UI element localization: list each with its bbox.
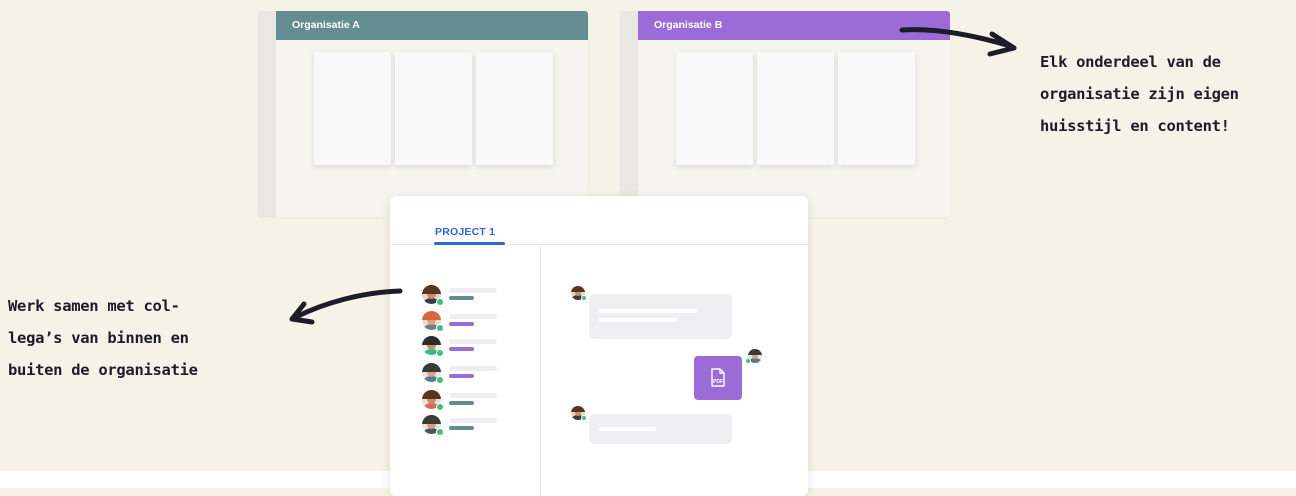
chat-message [589,294,732,339]
member-list-item[interactable] [422,390,512,411]
member-list-item[interactable] [422,415,512,436]
project-window: PROJECT 1 PDF [390,196,808,496]
content-card[interactable] [314,52,391,165]
content-card[interactable] [676,52,753,165]
member-name-placeholder [449,339,497,344]
online-status-dot [745,358,751,364]
organisation-b-cards [676,52,915,165]
member-name-placeholder [449,418,497,423]
annotation-collaboration: Werk samen met col- lega’s van binnen en… [8,290,198,386]
tab-project-1[interactable]: PROJECT 1 [435,226,495,238]
online-status-dot [436,298,444,306]
organisation-a-header: Organisatie A [276,11,588,40]
content-card[interactable] [757,52,834,165]
arrow-right-icon [899,27,1017,57]
member-role-placeholder [449,296,474,300]
annotation-branding: Elk onderdeel van de organisatie zijn ei… [1040,46,1239,142]
online-status-dot [436,403,444,411]
member-role-placeholder [449,426,474,430]
member-role-placeholder [449,322,474,326]
member-list-item[interactable] [422,363,512,384]
member-role-placeholder [449,401,474,405]
annotation-line: Werk samen met col- [8,297,180,315]
organisation-a-sidebar [258,11,276,217]
online-status-dot [436,376,444,384]
member-list-item[interactable] [422,336,512,357]
member-name-placeholder [449,366,497,371]
member-role-placeholder [449,347,474,351]
annotation-line: buiten de organisatie [8,361,198,379]
pdf-file-icon [711,368,725,387]
chat-message [589,414,732,444]
organisation-a-cards [314,52,553,165]
pdf-attachment[interactable]: PDF [694,356,742,400]
annotation-line: lega’s van binnen en [8,329,189,347]
content-card[interactable] [476,52,553,165]
member-name-placeholder [449,288,497,293]
member-role-placeholder [449,374,474,378]
content-card[interactable] [395,52,472,165]
organisation-b-sidebar [620,11,638,217]
member-name-placeholder [449,393,497,398]
member-list-item[interactable] [422,311,512,332]
online-status-dot [581,415,587,421]
tab-bar: PROJECT 1 [390,196,808,245]
annotation-line: Elk onderdeel van de [1040,53,1221,71]
active-tab-indicator [434,242,505,245]
online-status-dot [581,295,587,301]
pane-divider [540,245,541,496]
member-list-item[interactable] [422,285,512,306]
member-name-placeholder [449,314,497,319]
arrow-left-icon [289,288,403,325]
pdf-label: PDF [713,379,723,385]
annotation-line: organisatie zijn eigen [1040,85,1239,103]
organisation-a-panel: Organisatie A [258,11,588,217]
online-status-dot [436,324,444,332]
online-status-dot [436,349,444,357]
online-status-dot [436,428,444,436]
annotation-line: huisstijl en content! [1040,117,1230,135]
